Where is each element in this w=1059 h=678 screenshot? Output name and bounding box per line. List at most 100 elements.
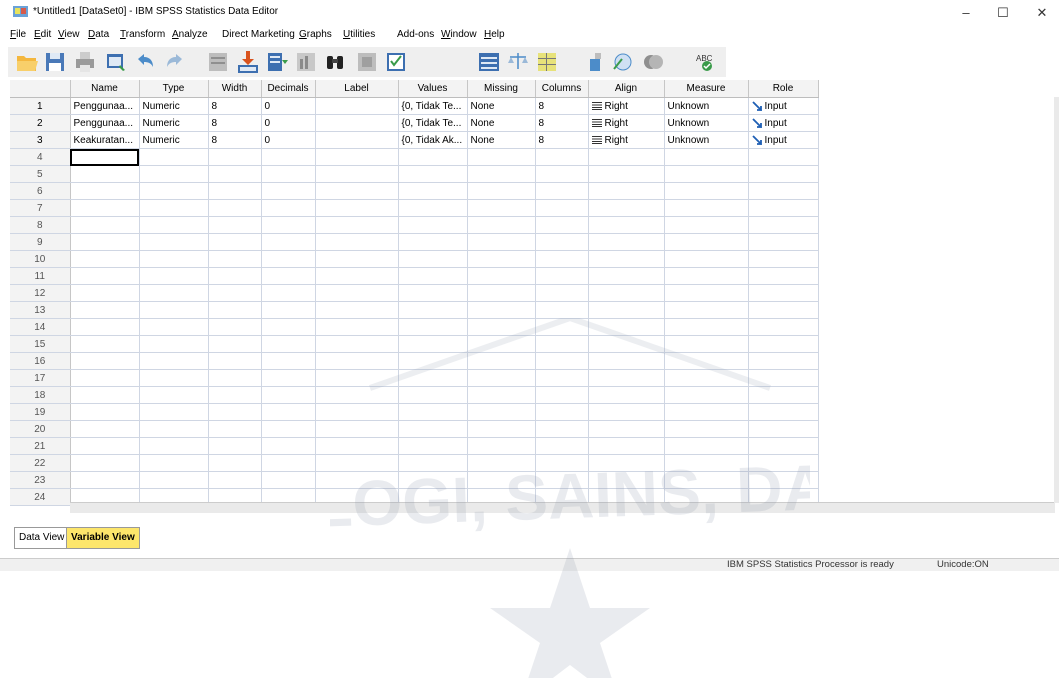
cell-name[interactable] <box>70 233 140 251</box>
cell-type[interactable] <box>139 386 209 404</box>
cell-values[interactable] <box>398 165 468 183</box>
cell-role[interactable] <box>748 199 819 217</box>
cell-measure[interactable] <box>664 437 749 455</box>
cell-measure[interactable] <box>664 352 749 370</box>
row-number[interactable]: 11 <box>10 267 71 285</box>
row-number[interactable]: 19 <box>10 403 71 421</box>
cell-type[interactable] <box>139 335 209 353</box>
cell-measure[interactable] <box>664 318 749 336</box>
row-number[interactable]: 21 <box>10 437 71 455</box>
cell-columns[interactable] <box>535 284 589 302</box>
cell-label[interactable] <box>315 284 399 302</box>
cell-role[interactable] <box>748 250 819 268</box>
cell-decimals[interactable] <box>261 318 316 336</box>
print-icon[interactable] <box>72 49 98 75</box>
cell-type[interactable] <box>139 250 209 268</box>
cell-values[interactable] <box>398 199 468 217</box>
cell-width[interactable] <box>208 199 262 217</box>
menu-help[interactable]: Help <box>484 29 505 40</box>
cell-role[interactable] <box>748 148 819 166</box>
cell-values[interactable] <box>398 386 468 404</box>
cell-columns[interactable] <box>535 301 589 319</box>
cell-decimals[interactable] <box>261 199 316 217</box>
cell-type[interactable]: Numeric <box>139 114 209 132</box>
cell-measure[interactable]: Unknown <box>664 114 749 132</box>
cell-missing[interactable] <box>467 369 536 387</box>
cell-align[interactable] <box>588 352 665 370</box>
menu-analyze[interactable]: Analyze <box>172 29 208 40</box>
cell-decimals[interactable] <box>261 267 316 285</box>
menu-direct-marketing[interactable]: Direct Marketing <box>222 29 295 40</box>
cell-columns[interactable] <box>535 233 589 251</box>
cell-width[interactable] <box>208 403 262 421</box>
cell-decimals[interactable] <box>261 437 316 455</box>
cell-type[interactable] <box>139 267 209 285</box>
cell-label[interactable] <box>315 335 399 353</box>
cell-columns[interactable] <box>535 420 589 438</box>
cell-align[interactable]: Right <box>588 114 665 132</box>
cell-role[interactable] <box>748 318 819 336</box>
cell-measure[interactable] <box>664 267 749 285</box>
cell-columns[interactable] <box>535 335 589 353</box>
cell-type[interactable] <box>139 216 209 234</box>
cell-values[interactable] <box>398 471 468 489</box>
cell-decimals[interactable] <box>261 148 316 166</box>
cell-width[interactable] <box>208 352 262 370</box>
cell-width[interactable] <box>208 267 262 285</box>
cell-width[interactable] <box>208 437 262 455</box>
cell-missing[interactable] <box>467 335 536 353</box>
cell-name[interactable] <box>70 471 140 489</box>
find-icon[interactable] <box>322 49 348 75</box>
close-button[interactable]: ✕ <box>1022 2 1059 24</box>
cell-missing[interactable] <box>467 454 536 472</box>
cell-align[interactable] <box>588 386 665 404</box>
cell-role[interactable]: Input <box>748 97 819 115</box>
cell-decimals[interactable]: 0 <box>261 114 316 132</box>
column-header-name[interactable]: Name <box>70 80 140 98</box>
cell-decimals[interactable] <box>261 182 316 200</box>
menu-transform[interactable]: Transform <box>120 29 165 40</box>
open-data-icon[interactable] <box>14 49 40 75</box>
cell-decimals[interactable]: 0 <box>261 131 316 149</box>
cell-label[interactable] <box>315 267 399 285</box>
maximize-button[interactable]: ☐ <box>983 2 1023 24</box>
menu-window[interactable]: Window <box>441 29 477 40</box>
cell-role[interactable] <box>748 420 819 438</box>
column-header-measure[interactable]: Measure <box>664 80 749 98</box>
cell-name[interactable] <box>70 216 140 234</box>
tab-data-view[interactable]: Data View <box>14 527 70 549</box>
weight-cases-icon[interactable] <box>505 49 531 75</box>
cell-measure[interactable] <box>664 233 749 251</box>
cell-decimals[interactable] <box>261 454 316 472</box>
cell-decimals[interactable] <box>261 420 316 438</box>
cell-type[interactable] <box>139 437 209 455</box>
cell-role[interactable] <box>748 165 819 183</box>
cell-name[interactable] <box>70 386 140 404</box>
cell-columns[interactable] <box>535 267 589 285</box>
row-number[interactable]: 7 <box>10 199 71 217</box>
cell-width[interactable] <box>208 369 262 387</box>
cell-measure[interactable] <box>664 301 749 319</box>
cell-align[interactable] <box>588 301 665 319</box>
cell-decimals[interactable] <box>261 369 316 387</box>
cell-name[interactable] <box>70 437 140 455</box>
cell-type[interactable] <box>139 233 209 251</box>
cell-name[interactable] <box>70 301 140 319</box>
cell-role[interactable] <box>748 182 819 200</box>
menu-file[interactable]: File <box>10 29 26 40</box>
cell-name[interactable] <box>70 182 140 200</box>
cell-measure[interactable] <box>664 250 749 268</box>
column-header-width[interactable]: Width <box>208 80 262 98</box>
menu-data[interactable]: Data <box>88 29 109 40</box>
cell-align[interactable] <box>588 284 665 302</box>
row-number[interactable]: 16 <box>10 352 71 370</box>
cell-role[interactable] <box>748 284 819 302</box>
cell-missing[interactable] <box>467 250 536 268</box>
cell-name[interactable] <box>70 403 140 421</box>
cell-measure[interactable]: Unknown <box>664 131 749 149</box>
row-number[interactable]: 8 <box>10 216 71 234</box>
cell-decimals[interactable] <box>261 352 316 370</box>
cell-missing[interactable] <box>467 182 536 200</box>
cell-values[interactable] <box>398 454 468 472</box>
cell-values[interactable] <box>398 318 468 336</box>
